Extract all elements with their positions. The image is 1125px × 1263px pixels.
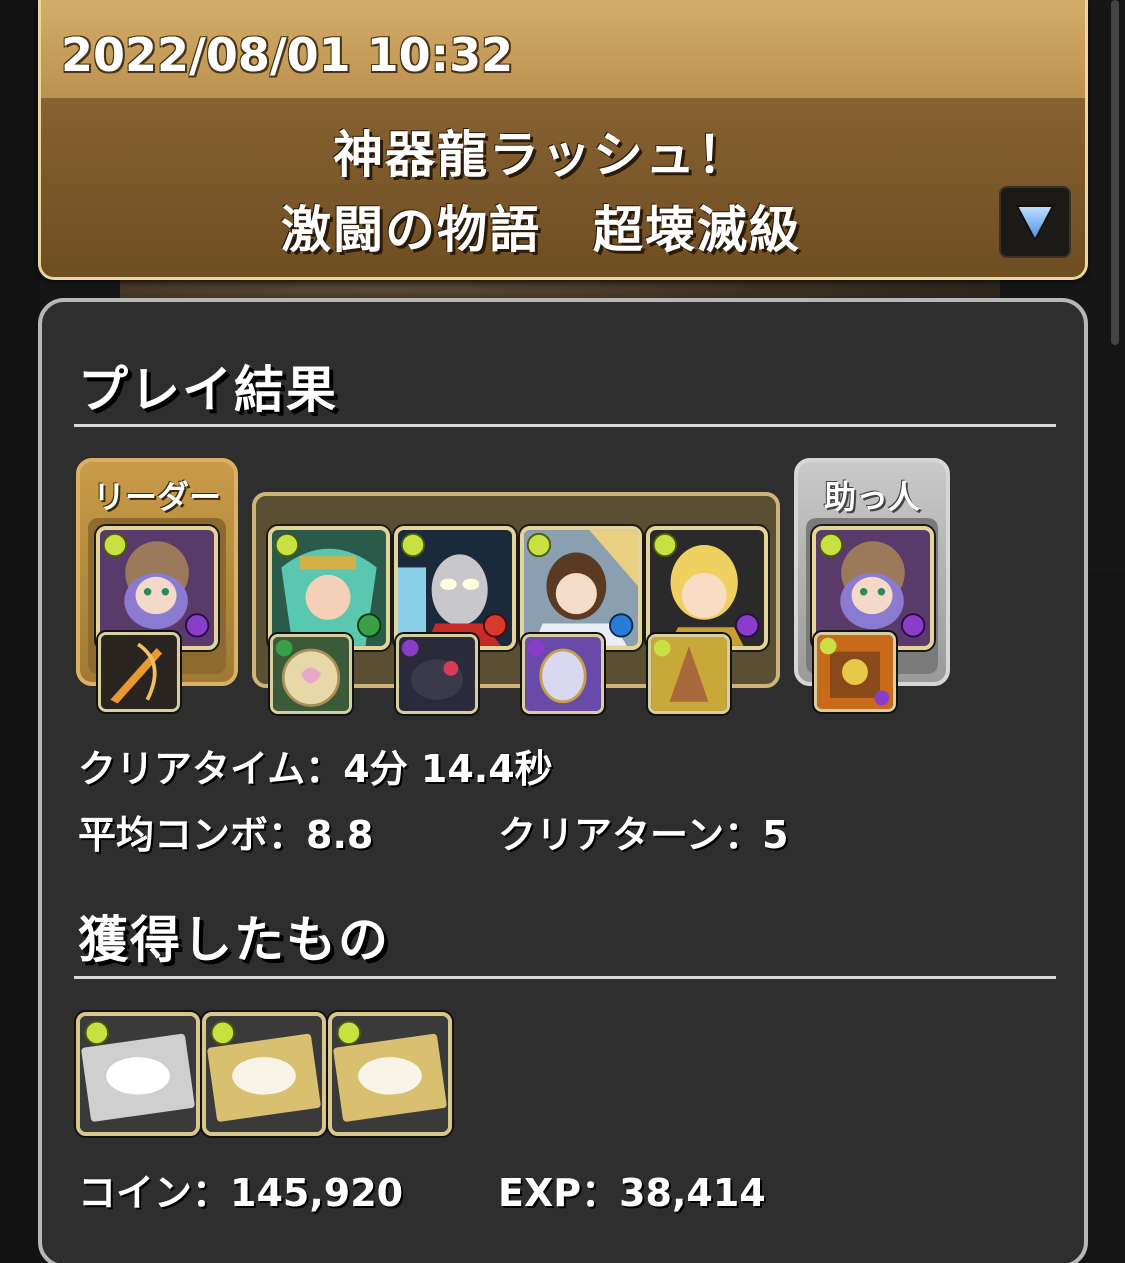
coin-value: 145,920: [230, 1171, 404, 1215]
exp-row: EXP：38,414: [498, 1162, 766, 1217]
dragon-ticket-icon: [80, 1016, 196, 1132]
exp-value: 38,414: [619, 1171, 766, 1215]
assist-weapon-icon: [101, 635, 177, 709]
monster-portrait-icon: [524, 530, 638, 646]
clear-time-row: クリアタイム：4分 14.4秒: [78, 738, 553, 793]
clear-turn-label: クリアターン：: [498, 813, 763, 857]
assist-sub-1[interactable]: [270, 634, 352, 714]
assist-sub-2[interactable]: [396, 634, 478, 714]
result-panel: プレイ結果 リーダー 助っ人 クリアタイム：4分 14.4秒 平均コンボ：8.8…: [38, 298, 1088, 1263]
reward-item-3[interactable]: [328, 1012, 452, 1136]
monster-portrait-icon: [272, 530, 386, 646]
background-left: [0, 0, 40, 1263]
dragon-ticket-icon: [206, 1016, 322, 1132]
assist-weapon-icon: [273, 637, 349, 711]
exp-label: EXP：: [498, 1171, 620, 1215]
coin-label: コイン：: [78, 1171, 231, 1215]
avg-combo-value: 8.8: [306, 813, 374, 857]
monster-sub-1[interactable]: [268, 526, 390, 650]
scrollbar[interactable]: [1111, 0, 1119, 345]
assist-sub-3[interactable]: [522, 634, 604, 714]
clear-turn-row: クリアターン：5: [498, 804, 789, 859]
expand-button[interactable]: [999, 186, 1071, 258]
assist-weapon-icon: [525, 637, 601, 711]
leader-label: リーダー: [92, 478, 221, 516]
assist-helper[interactable]: [814, 632, 896, 712]
triangle-down-icon: [1015, 205, 1055, 243]
avg-combo-label: 平均コンボ：: [78, 813, 307, 857]
clear-turn-value: 5: [762, 813, 789, 857]
dungeon-header[interactable]: 2022/08/01 10:32 神器龍ラッシュ！ 激闘の物語 超壊滅級: [38, 0, 1088, 280]
avg-combo-row: 平均コンボ：8.8: [78, 804, 373, 859]
clear-time-label: クリアタイム：: [78, 747, 344, 791]
play-datetime: 2022/08/01 10:32: [61, 28, 514, 82]
monster-sub-3[interactable]: [520, 526, 642, 650]
reward-item-2[interactable]: [202, 1012, 326, 1136]
play-result-title: プレイ結果: [78, 361, 338, 419]
assist-weapon-icon: [399, 637, 475, 711]
monster-sub-2[interactable]: [394, 526, 516, 650]
dungeon-difficulty: 激闘の物語 超壊滅級: [281, 201, 801, 259]
monster-portrait-icon: [100, 530, 214, 646]
assist-sub-4[interactable]: [648, 634, 730, 714]
obtained-title: 獲得したもの: [78, 911, 390, 969]
divider: [74, 976, 1056, 979]
assist-weapon-icon: [651, 637, 727, 711]
reward-item-1[interactable]: [76, 1012, 200, 1136]
clear-time-value: 4分 14.4秒: [343, 747, 553, 791]
dungeon-name: 神器龍ラッシュ！: [333, 126, 749, 184]
assist-weapon-icon: [817, 635, 893, 709]
coin-row: コイン：145,920: [78, 1162, 403, 1217]
divider: [74, 424, 1056, 427]
helper-label: 助っ人: [823, 478, 920, 516]
monster-portrait-icon: [650, 530, 764, 646]
dragon-ticket-icon: [332, 1016, 448, 1132]
monster-sub-4[interactable]: [646, 526, 768, 650]
monster-portrait-icon: [816, 530, 930, 646]
assist-leader[interactable]: [98, 632, 180, 712]
monster-portrait-icon: [398, 530, 512, 646]
